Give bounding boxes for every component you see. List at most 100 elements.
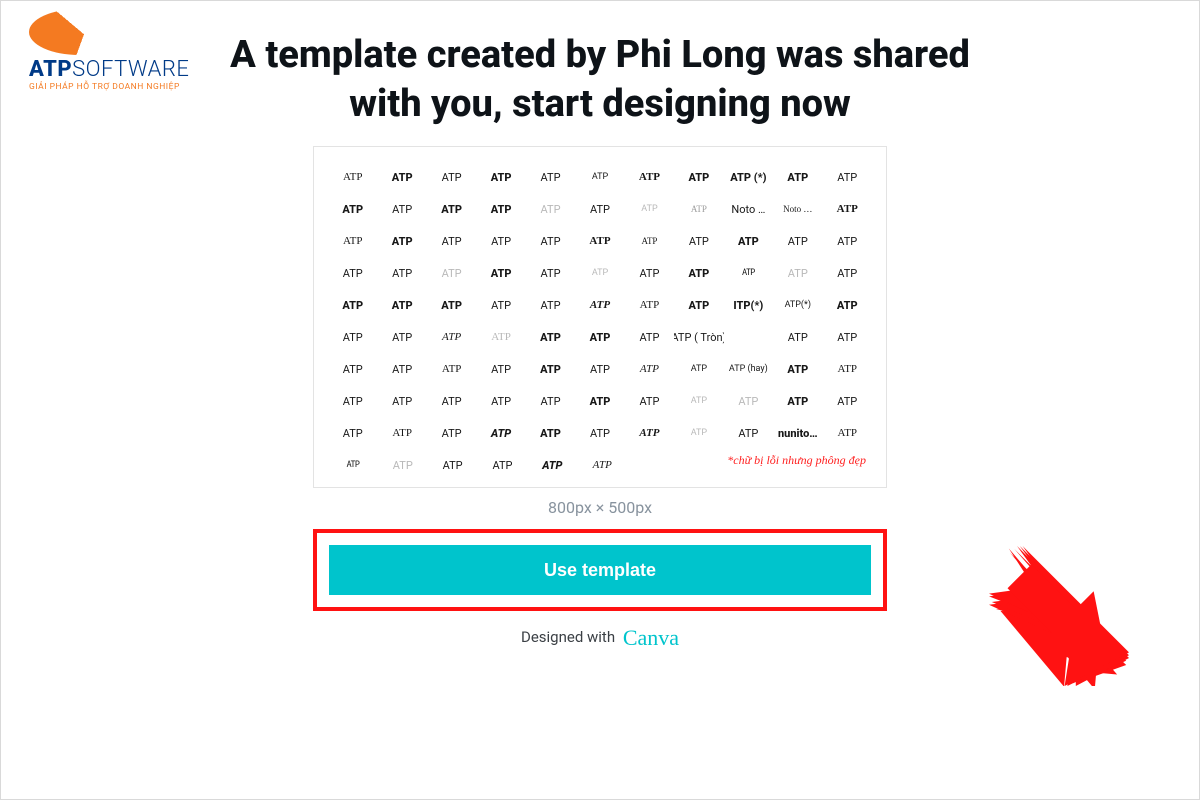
font-sample-cell: ATP — [625, 353, 674, 385]
font-sample-cell: ATP — [575, 193, 624, 225]
font-sample-cell: ATP — [526, 257, 575, 289]
font-sample-cell: ATP — [377, 257, 426, 289]
font-sample-cell: ATP — [526, 417, 575, 449]
font-sample-cell: ATP — [526, 225, 575, 257]
logo-brand-secondary: SOFTWARE — [72, 57, 189, 82]
font-sample-cell: ATP — [575, 353, 624, 385]
logo-tagline: GIẢI PHÁP HỖ TRỢ DOANH NGHIỆP — [29, 82, 209, 92]
font-sample-cell: ATP — [476, 321, 525, 353]
font-sample-cell: ATP — [526, 321, 575, 353]
font-sample-cell: ATP — [427, 289, 476, 321]
font-sample-cell: ATP — [478, 449, 528, 481]
font-sample-cell: ATP — [823, 193, 872, 225]
font-sample-cell: ATP — [476, 257, 525, 289]
font-sample-grid: ATPATPATPATPATPATPATPATPATP (*)ATPATPATP… — [328, 161, 872, 449]
font-sample-cell: ATP — [773, 353, 822, 385]
font-sample-cell: ATP — [674, 161, 723, 193]
use-template-button[interactable]: Use template — [329, 545, 871, 595]
font-sample-cell: ATP — [328, 353, 377, 385]
font-sample-cell: ATP — [378, 449, 428, 481]
font-sample-cell: ATP — [377, 193, 426, 225]
font-sample-cell: ATP — [823, 353, 872, 385]
font-sample-cell: ATP — [527, 449, 577, 481]
font-sample-cell: ATP — [823, 161, 872, 193]
font-sample-cell: ATP — [476, 353, 525, 385]
font-sample-cell: ATP — [724, 417, 773, 449]
font-sample-row: ATPATPATPATPATPATPATPATPATPATPATP — [328, 385, 872, 417]
font-sample-cell: ATP — [377, 385, 426, 417]
font-sample-cell: ATP — [328, 417, 377, 449]
font-sample-cell: ATP — [526, 385, 575, 417]
font-sample-cell: ATP — [823, 257, 872, 289]
font-sample-cell: ATP — [823, 321, 872, 353]
font-sample-cell: ATP — [328, 289, 377, 321]
font-sample-row: ATPATPATPATPATPATPATPATPATPATPATP — [328, 225, 872, 257]
font-sample-cell: ATP — [773, 161, 822, 193]
callout-arrow-icon — [989, 546, 1129, 686]
font-sample-cell: ATP — [773, 225, 822, 257]
font-sample-cell: Noto … — [724, 193, 773, 225]
font-sample-cell: ATP — [625, 321, 674, 353]
font-sample-row: ATPATPATPATPATPATPATPATP ( Tròn)ATPATP — [328, 321, 872, 353]
font-sample-cell: ITP(*) — [724, 289, 773, 321]
canva-wordmark: Canva — [623, 625, 679, 650]
font-sample-cell: ATP — [526, 289, 575, 321]
font-sample-cell: ATP — [625, 385, 674, 417]
font-sample-cell: ATP — [427, 161, 476, 193]
font-sample-cell: ATP — [476, 417, 525, 449]
font-sample-cell: ATP — [377, 289, 426, 321]
cta-highlight-box: Use template — [313, 529, 887, 611]
font-sample-cell: ATP — [476, 193, 525, 225]
font-sample-cell: ATP — [674, 257, 723, 289]
font-sample-row: ATPATPATPATPATPATPATPATPATPnunito…ATP — [328, 417, 872, 449]
font-sample-cell: Noto … — [773, 193, 822, 225]
font-sample-cell: ATP (*) — [724, 161, 773, 193]
font-sample-row: ATPATPATPATPATPATPATPATPNoto …Noto …ATP — [328, 193, 872, 225]
font-sample-cell: ATP — [674, 225, 723, 257]
font-sample-cell: ATP — [328, 161, 377, 193]
font-sample-cell: ATP — [674, 193, 723, 225]
font-sample-cell: ATP — [427, 193, 476, 225]
font-sample-cell: ATP — [773, 385, 822, 417]
font-sample-cell: ATP — [823, 385, 872, 417]
font-sample-cell: ATP — [575, 225, 624, 257]
logo-brand-text: ATPSOFTWARE — [29, 57, 209, 82]
font-sample-cell: ATP — [724, 385, 773, 417]
page-heading: A template created by Phi Long was share… — [220, 31, 980, 128]
font-sample-cell: ATP — [377, 161, 426, 193]
font-sample-cell: ATP — [823, 289, 872, 321]
font-sample-cell: ATP — [823, 417, 872, 449]
font-sample-cell: ATP — [724, 225, 773, 257]
font-sample-cell: ATP — [575, 161, 624, 193]
font-sample-cell: nunito… — [773, 417, 822, 449]
font-sample-cell: ATP — [427, 385, 476, 417]
font-sample-row: ATPATPATPATPATPATPATPATPITP(*)ATP(*)ATP — [328, 289, 872, 321]
font-sample-cell: ATP — [476, 225, 525, 257]
font-sample-cell: ATP — [526, 193, 575, 225]
font-sample-cell: ATP — [377, 417, 426, 449]
font-sample-cell: ATP — [575, 289, 624, 321]
font-sample-row: ATPATPATPATPATPATPATPATPATP (*)ATPATP — [328, 161, 872, 193]
logo-brand-primary: ATP — [29, 57, 72, 82]
font-sample-cell: ATP — [773, 321, 822, 353]
font-sample-cell: ATP — [476, 289, 525, 321]
font-sample-cell: ATP — [773, 257, 822, 289]
font-sample-cell: ATP — [625, 417, 674, 449]
brand-logo: ATPSOFTWARE GIẢI PHÁP HỖ TRỢ DOANH NGHIỆ… — [29, 9, 209, 92]
font-sample-cell: ATP — [575, 417, 624, 449]
font-sample-cell: ATP — [428, 449, 478, 481]
font-sample-cell: ATP — [427, 225, 476, 257]
font-sample-cell: ATP — [328, 225, 377, 257]
font-sample-cell: ATP — [674, 417, 723, 449]
font-sample-cell: ATP — [674, 385, 723, 417]
font-sample-cell: ATP — [328, 385, 377, 417]
preview-footnote: *chữ bị lỗi nhưng phông đẹp — [627, 449, 872, 470]
font-sample-cell: ATP — [377, 353, 426, 385]
font-sample-cell: ATP — [427, 417, 476, 449]
font-sample-cell — [724, 321, 773, 353]
font-sample-cell: ATP — [575, 257, 624, 289]
font-sample-cell: ATP — [427, 353, 476, 385]
font-sample-cell: ATP (hay) — [724, 353, 773, 385]
font-sample-cell: ATP — [575, 385, 624, 417]
font-sample-cell: ATP — [724, 257, 773, 289]
